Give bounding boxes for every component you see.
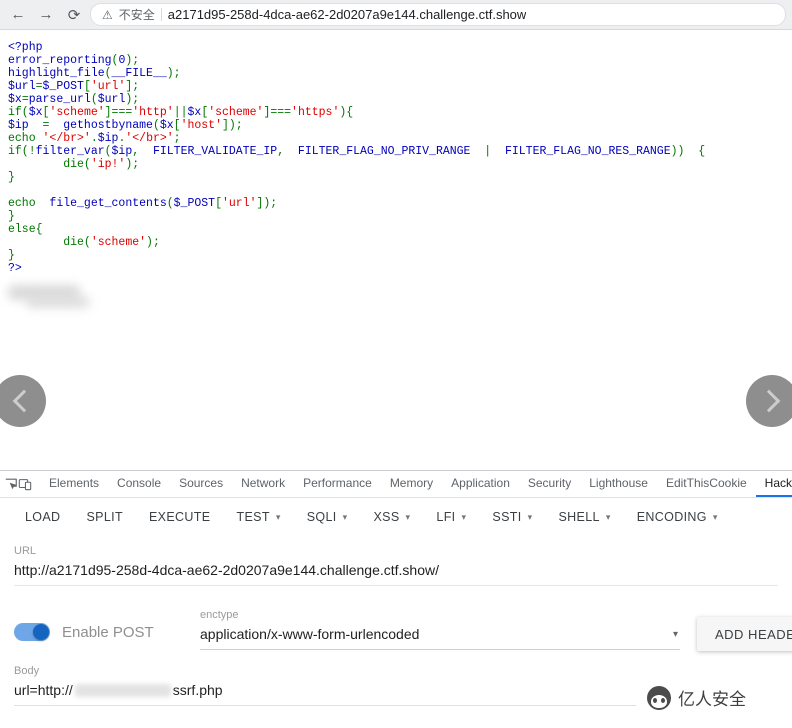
code-line: ?> [8,262,22,275]
code-line: $ip = gethostbyname($x['host']); [8,119,243,132]
chevron-right-icon [757,389,780,413]
enctype-select[interactable]: application/x-www-form-urlencoded ▾ [200,621,680,650]
url-field-label: URL [14,545,37,557]
tab-hackbar[interactable]: HackBar [755,471,792,497]
watermark: 亿人安全 [647,685,746,710]
code-line: else{ [8,223,43,236]
hackbar-button-sqli[interactable]: SQLI ▾ [294,498,361,536]
tab-network[interactable]: Network [232,471,294,497]
hackbar-button-test[interactable]: TEST ▾ [223,498,293,536]
code-line: if($x['scheme']==='http'||$x['scheme']==… [8,106,354,119]
enctype-field: enctype application/x-www-form-urlencode… [200,609,680,650]
url-input[interactable]: http://a2171d95-258d-4dca-ae62-2d0207a9e… [14,557,778,586]
tab-console[interactable]: Console [108,471,170,497]
hackbar-button-xss[interactable]: XSS ▾ [360,498,423,536]
page: { "browser": { "back_icon": "←", "forwar… [0,0,792,728]
hackbar-button-lfi[interactable]: LFI ▾ [423,498,479,536]
address-bar-separator [160,8,162,21]
chevron-down-icon: ▾ [712,511,718,522]
refresh-icon[interactable]: ⟳ [62,3,86,27]
add-header-button[interactable]: ADD HEADER [697,617,792,651]
redacted-output-blur [26,296,90,308]
code-line: echo file_get_contents($_POST['url']); [8,197,278,210]
tab-memory[interactable]: Memory [381,471,442,497]
code-line: die('ip!'); [8,158,140,171]
hackbar-button-label: TEST [236,510,270,524]
hackbar-button-label: EXECUTE [148,510,211,524]
redacted-blur [74,683,171,697]
body-input[interactable]: url=http:// ssrf.php [14,677,636,706]
code-line: die('scheme'); [8,236,160,249]
hackbar-button-label: SQLI [306,510,337,524]
php-source: <?php error_reporting(0); highlight_file(_… [8,41,705,275]
watermark-logo-face [651,694,667,708]
devtools-tab-list: Elements Console Sources Network Performance… [0,471,792,498]
back-icon[interactable]: ← [6,3,30,27]
carousel-prev-button[interactable] [0,375,46,427]
toggle-thumb [33,624,49,640]
body-value-prefix: url=http:// [14,682,73,698]
code-line: echo '</br>'.$ip.'</br>'; [8,132,181,145]
code-line: $url=$_POST['url']; [8,80,140,93]
carousel-next-button[interactable] [746,375,792,427]
inspect-element-icon[interactable] [4,471,18,497]
code-line: error_reporting(0); [8,54,140,67]
enctype-label: enctype [200,609,239,621]
code-line: $x=parse_url($url); [8,93,140,106]
address-bar[interactable]: ⚠ 不安全 a2171d95-258d-4dca-ae62-2d0207a9e1… [90,3,786,26]
hackbar-button-label: LFI [436,510,456,524]
watermark-text: 亿人安全 [678,690,746,709]
hackbar-button-shell[interactable]: SHELL ▾ [545,498,623,536]
watermark-logo-icon [647,685,671,710]
body-value-suffix: ssrf.php [172,682,223,698]
hackbar-button-label: XSS [373,510,400,524]
hackbar-button-label: SPLIT [86,510,123,524]
hackbar-url-field: URL http://a2171d95-258d-4dca-ae62-2d020… [14,545,778,586]
tab-sources[interactable]: Sources [170,471,232,497]
chevron-down-icon: ▾ [275,511,281,522]
code-line: } [8,171,15,184]
code-line: highlight_file(__FILE__); [8,67,181,80]
tab-elements[interactable]: Elements [40,471,108,497]
not-secure-warning-icon[interactable]: ⚠ [102,9,113,21]
not-secure-label[interactable]: 不安全 [119,6,155,23]
chevron-down-icon: ▾ [672,628,678,640]
chevron-left-icon [12,389,35,413]
chevron-down-icon: ▾ [342,511,348,522]
hackbar-button-ssti[interactable]: SSTI ▾ [479,498,545,536]
chevron-down-icon: ▾ [605,511,611,522]
hackbar-button-execute[interactable]: EXECUTE [136,498,224,536]
tab-lighthouse[interactable]: Lighthouse [580,471,657,497]
chevron-down-icon: ▾ [405,511,411,522]
hackbar-body-field: Body url=http:// ssrf.php [14,665,636,706]
hackbar-toolbar: LOAD SPLIT EXECUTE TEST ▾ SQLI ▾ XSS ▾ LFI ▾ SSTI ▾ S… [0,498,792,536]
body-field-label: Body [14,665,40,677]
enable-post-label: Enable POST [62,623,154,641]
hackbar-button-label: LOAD [25,510,61,524]
code-line: } [8,210,15,223]
tab-security[interactable]: Security [519,471,580,497]
hackbar-button-encoding[interactable]: ENCODING ▾ [624,498,731,536]
chevron-down-icon: ▾ [461,511,467,522]
tab-application[interactable]: Application [442,471,519,497]
tab-performance[interactable]: Performance [294,471,381,497]
forward-icon[interactable]: → [34,3,58,27]
enable-post-control: Enable POST [14,623,154,641]
address-bar-url[interactable]: a2171d95-258d-4dca-ae62-2d0207a9e144.cha… [168,7,527,22]
device-toolbar-icon[interactable] [18,471,32,497]
code-line: if(!filter_var($ip, FILTER_VALIDATE_IP, … [8,145,706,158]
enctype-selected-value: application/x-www-form-urlencoded [200,626,420,642]
enable-post-toggle[interactable] [14,623,50,641]
browser-toolbar: ← → ⟳ ⚠ 不安全 a2171d95-258d-4dca-ae62-2d02… [0,0,792,30]
code-line: <?php [8,41,43,54]
hackbar-button-label: SSTI [492,510,522,524]
hackbar-button-load[interactable]: LOAD [12,498,73,536]
hackbar-button-label: SHELL [558,510,600,524]
chevron-down-icon: ▾ [527,511,533,522]
tab-editthiscookie[interactable]: EditThisCookie [657,471,756,497]
hackbar-button-label: ENCODING [636,510,707,524]
hackbar-button-split[interactable]: SPLIT [73,498,136,536]
code-line: } [8,249,15,262]
